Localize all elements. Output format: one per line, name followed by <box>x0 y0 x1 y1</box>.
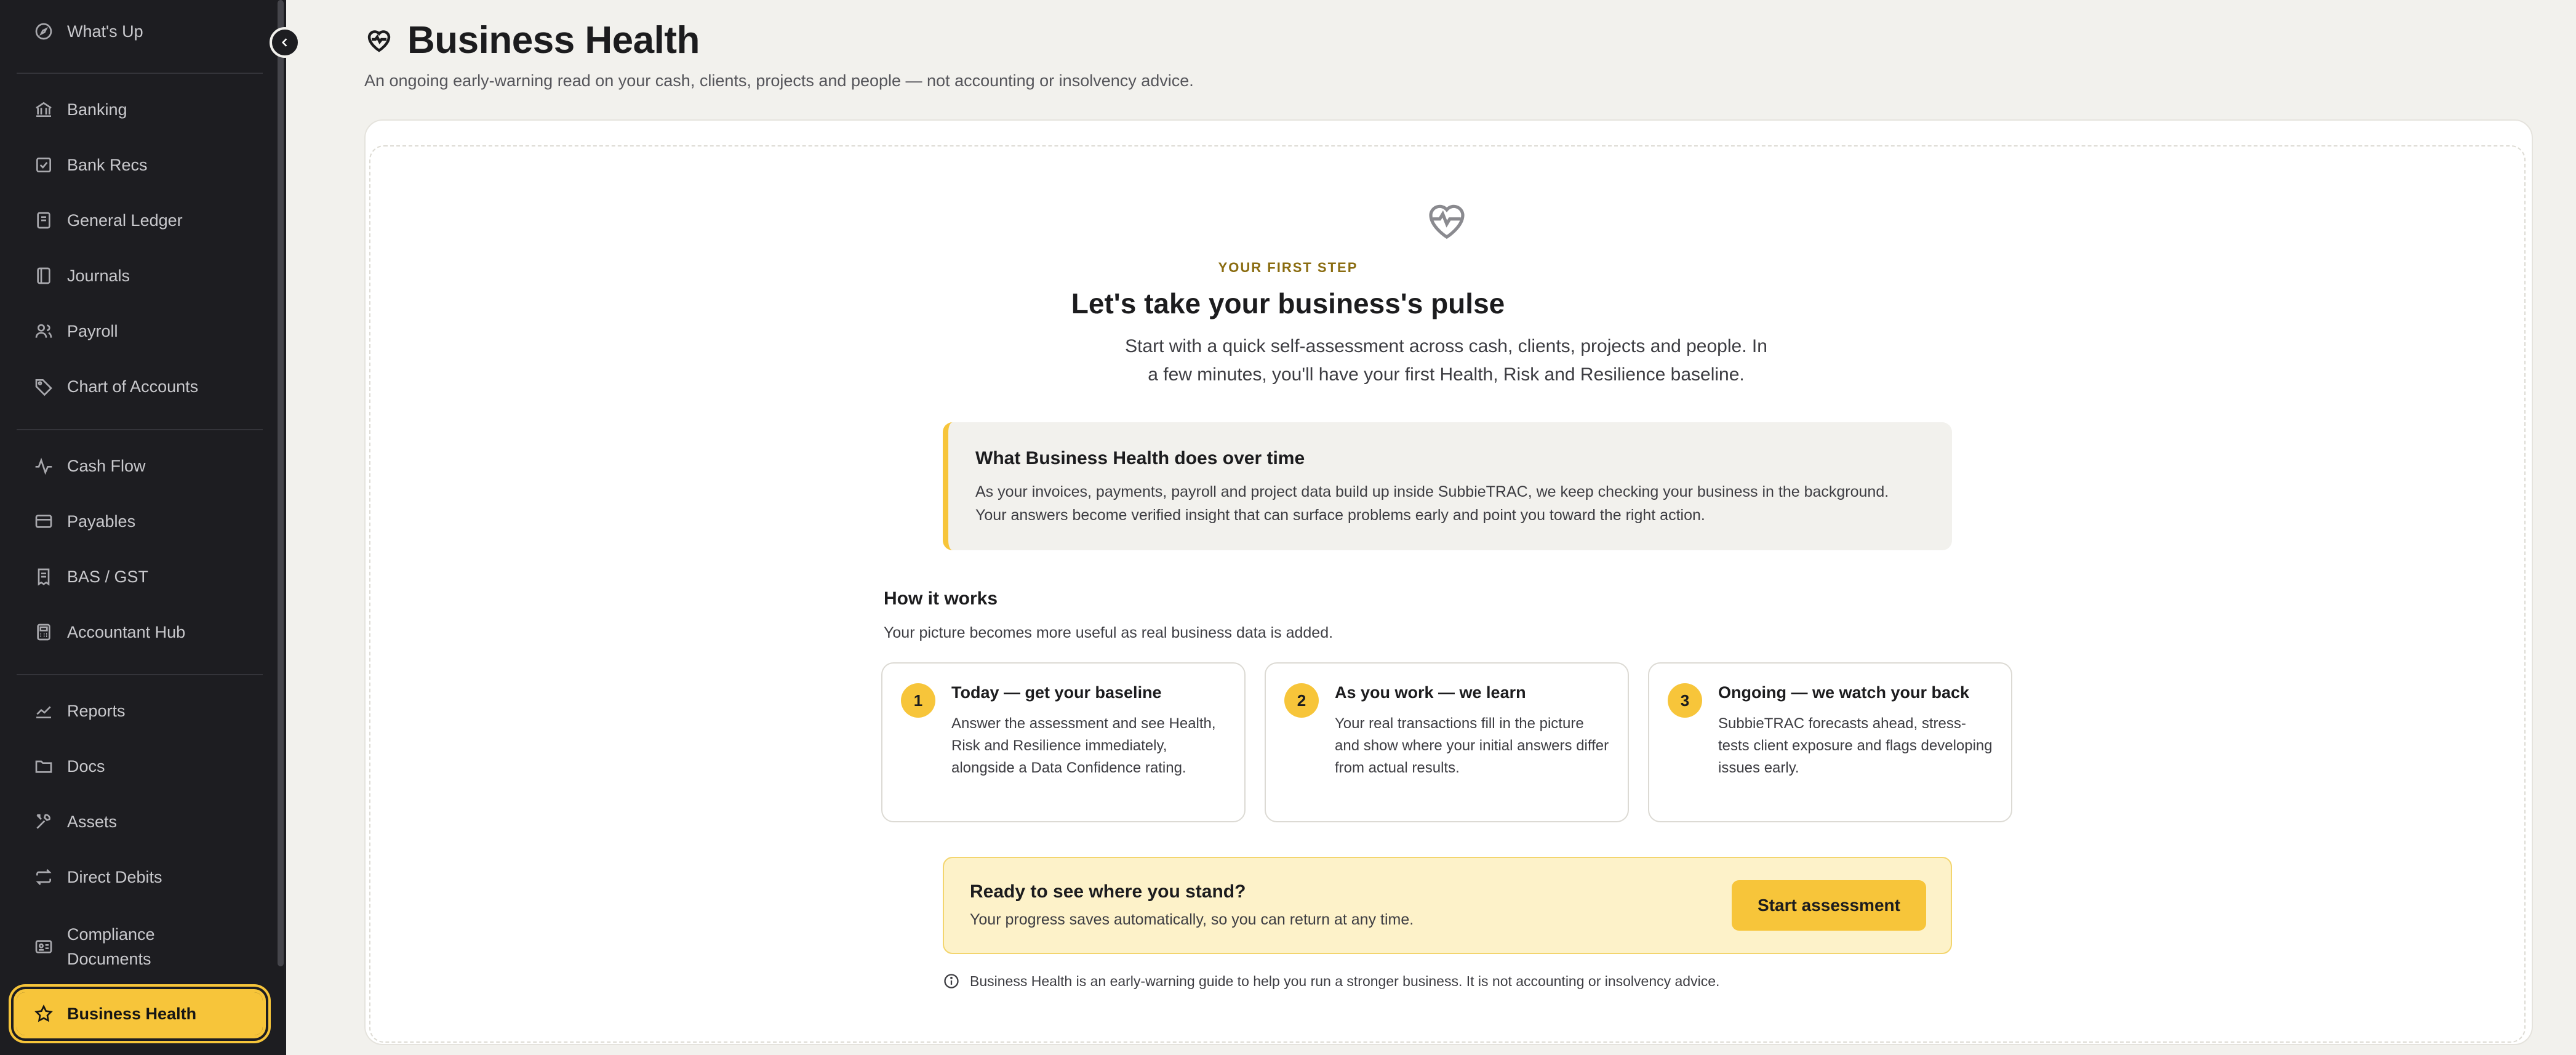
sidebar-item-label: Payroll <box>67 321 118 340</box>
sidebar-item-label: Assets <box>67 812 118 831</box>
step-number-badge: 1 <box>901 683 935 718</box>
sidebar-item-banking[interactable]: Banking <box>17 88 263 131</box>
ledger-icon <box>37 212 50 229</box>
sidebar-item-label: Direct Debits <box>67 867 162 886</box>
info-callout-text: As your invoices, payments, payroll and … <box>975 483 1889 524</box>
step-text: SubbieTRAC forecasts ahead, stress-tests… <box>1718 715 1993 776</box>
how-it-works-subtitle: Your picture becomes more useful as real… <box>884 624 1334 641</box>
sidebar-item-label: Payables <box>67 511 136 531</box>
page-title: Business Health <box>407 19 700 62</box>
sidebar-item-assets[interactable]: Assets <box>17 800 263 843</box>
sidebar-item-label: General Ledger <box>67 211 183 230</box>
step-title: As you work — we learn <box>1335 683 1526 702</box>
sidebar-item-label: Cash Flow <box>67 456 146 475</box>
sidebar-item-label: BAS / GST <box>67 567 149 586</box>
sidebar-item-label: Business Health <box>67 1004 197 1023</box>
cta-panel: Ready to see where you stand? Your progr… <box>943 857 1952 954</box>
sidebar-item-chart-of-accounts[interactable]: Chart of Accounts <box>17 365 263 408</box>
step-text: Answer the assessment and see Health, Ri… <box>951 715 1216 776</box>
step-title: Today — get your baseline <box>951 683 1162 702</box>
tag-icon <box>35 379 52 396</box>
step-number-badge: 2 <box>1284 683 1319 718</box>
how-it-works-title: How it works <box>884 588 998 609</box>
heart-pulse-icon <box>367 30 391 52</box>
step-card: 2 As you work — we learn Your real trans… <box>1265 662 1629 822</box>
step-card: 3 Ongoing — we watch your back SubbieTRA… <box>1648 662 2012 822</box>
receipt-icon <box>38 568 50 586</box>
sidebar-item-label: Docs <box>67 756 105 776</box>
compass-icon <box>35 23 52 40</box>
page-header: Business Health <box>364 18 700 62</box>
step-title: Ongoing — we watch your back <box>1718 683 1970 702</box>
sidebar-item-docs[interactable]: Docs <box>17 745 263 788</box>
sidebar-item-cash-flow[interactable]: Cash Flow <box>17 444 263 487</box>
sidebar-divider <box>17 674 263 675</box>
sidebar-item-label: Compliance Documents <box>67 925 155 968</box>
sidebar-item-label: Reports <box>67 701 126 720</box>
disclaimer: Business Health is an early-warning guid… <box>943 973 1719 990</box>
sidebar-item-general-ledger[interactable]: General Ledger <box>17 199 263 242</box>
sidebar-item-accountant-hub[interactable]: Accountant Hub <box>17 611 263 654</box>
step-number-badge: 3 <box>1668 683 1702 718</box>
sidebar-item-direct-debits[interactable]: Direct Debits <box>17 856 263 899</box>
card-icon <box>35 515 52 528</box>
collapse-sidebar-button[interactable] <box>270 27 300 58</box>
sidebar-item-label: Banking <box>67 100 127 119</box>
hero-title: Let's take your business's pulse <box>1071 287 1505 319</box>
cta-title: Ready to see where you stand? <box>970 881 1246 902</box>
sidebar-item-label: What's Up <box>67 22 143 41</box>
chevron-left-icon <box>281 38 287 47</box>
sidebar-item-reports[interactable]: Reports <box>17 689 263 732</box>
tools-icon <box>36 814 50 829</box>
chart-line-icon <box>36 706 51 718</box>
sidebar-item-whats-up[interactable]: What's Up <box>17 10 263 53</box>
checkbox-icon <box>36 158 51 172</box>
calculator-icon <box>37 624 50 641</box>
eyebrow-label: YOUR FIRST STEP <box>1218 260 1358 275</box>
step-text: Your real transactions fill in the pictu… <box>1335 715 1609 776</box>
sidebar-scrollbar[interactable] <box>278 0 284 966</box>
sidebar-item-label: Bank Recs <box>67 155 148 174</box>
id-card-icon <box>35 940 52 953</box>
sidebar-item-bas-gst[interactable]: BAS / GST <box>17 555 263 598</box>
sidebar-item-payables[interactable]: Payables <box>17 500 263 543</box>
info-callout: What Business Health does over time As y… <box>943 422 1952 550</box>
disclaimer-text: Business Health is an early-warning guid… <box>970 973 1720 989</box>
star-icon <box>34 1004 53 1022</box>
start-assessment-button[interactable]: Start assessment <box>1732 880 1926 931</box>
sidebar-item-business-health[interactable]: Business Health <box>14 989 266 1038</box>
sidebar-item-bank-recs[interactable]: Bank Recs <box>17 143 263 187</box>
cta-text: Your progress saves automatically, so yo… <box>970 911 1414 928</box>
hero-description: Start with a quick self-assessment acros… <box>1125 336 1767 385</box>
sidebar-divider <box>17 73 263 74</box>
repeat-icon <box>36 869 52 885</box>
users-icon <box>35 324 52 338</box>
page-subtitle: An ongoing early-warning read on your ca… <box>364 71 1194 90</box>
pulse-icon <box>35 457 52 475</box>
info-callout-title: What Business Health does over time <box>975 448 1305 468</box>
info-icon <box>944 974 959 989</box>
sidebar-item-compliance-documents[interactable]: Compliance Documents <box>17 915 263 979</box>
sidebar: What's Up Banking Bank Recs General Ledg… <box>0 0 286 1055</box>
sidebar-item-label: Chart of Accounts <box>67 377 199 396</box>
sidebar-divider <box>17 429 263 430</box>
sidebar-item-label: Accountant Hub <box>67 622 186 641</box>
folder-icon <box>35 760 52 773</box>
bank-icon <box>36 102 52 117</box>
step-card: 1 Today — get your baseline Answer the a… <box>881 662 1246 822</box>
heart-pulse-icon <box>1429 204 1465 239</box>
